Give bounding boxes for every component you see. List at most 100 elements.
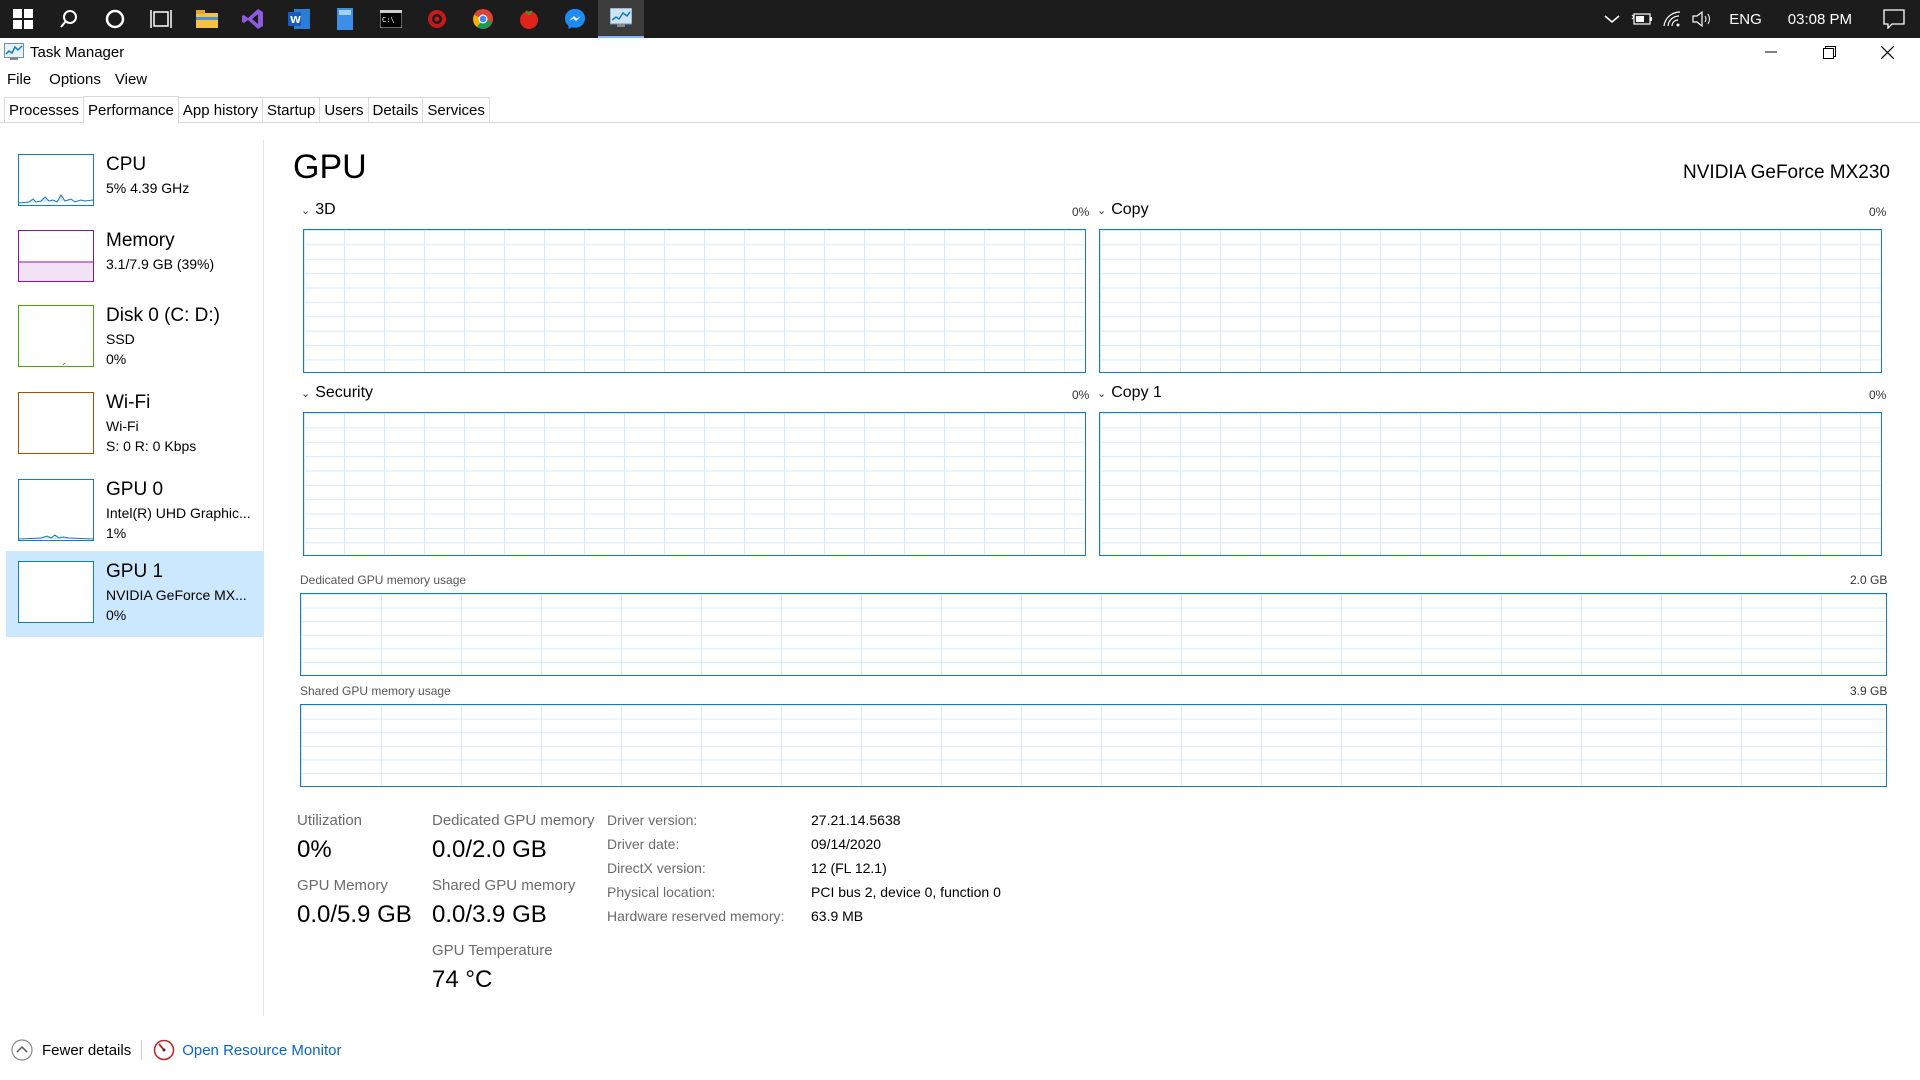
sidebar-item-label: Memory (106, 230, 175, 251)
language-indicator[interactable]: ENG (1717, 11, 1774, 28)
tab-startup[interactable]: Startup (261, 97, 321, 122)
menu-view[interactable]: View (109, 71, 155, 88)
notification-icon[interactable] (1868, 0, 1920, 38)
sidebar-item-detail: SSD (106, 331, 135, 347)
tab-details[interactable]: Details (367, 97, 424, 122)
hardware-reserved-memory-value: 63.9 MB (811, 908, 864, 924)
system-tray: ENG 03:08 PM (1597, 0, 1920, 38)
restore-button[interactable] (1800, 38, 1858, 66)
svg-text:W: W (290, 15, 301, 26)
page-title: GPU (293, 148, 367, 186)
chevron-up-circle-icon (11, 1039, 33, 1061)
engine-name: Copy 1 (1111, 384, 1162, 401)
performance-sidebar: CPU 5% 4.39 GHz Memory 3.1/7.9 GB (39%) … (0, 140, 264, 1016)
task-manager-icon[interactable] (598, 0, 644, 38)
battery-icon[interactable] (1627, 0, 1657, 38)
utilization-value: 0% (297, 836, 332, 863)
shared-memory-graph-max: 3.9 GB (1850, 684, 1888, 698)
wifi-thumbnail-graph (18, 392, 94, 454)
sidebar-item-gpu-0[interactable]: GPU 0 Intel(R) UHD Graphic... 1% (6, 469, 264, 555)
shared-memory-value: 0.0/3.9 GB (432, 901, 547, 928)
engine-graph-3d (303, 229, 1086, 373)
menu-file[interactable]: File (0, 71, 39, 88)
chevron-down-icon: ⌄ (301, 204, 311, 217)
shared-memory-graph (300, 704, 1887, 787)
volume-icon[interactable] (1687, 0, 1717, 38)
tomato-icon[interactable] (506, 0, 552, 38)
physical-location-value: PCI bus 2, device 0, function 0 (811, 884, 1001, 900)
close-button[interactable] (1858, 38, 1916, 66)
gpu1-thumbnail-graph (18, 561, 94, 623)
gpu-temperature-label: GPU Temperature (432, 942, 553, 959)
utilization-label: Utilization (297, 812, 363, 829)
gpu-detail-panel: GPU NVIDIA GeForce MX230 ⌄ 3D 0% ⌄ Copy … (265, 140, 1920, 1016)
dedicated-memory-value: 0.0/2.0 GB (432, 836, 547, 863)
chrome-icon[interactable] (460, 0, 506, 38)
word-icon[interactable]: W (276, 0, 322, 38)
sidebar-item-label: Disk 0 (C: D:) (106, 305, 220, 326)
tab-strip: Processes Performance App history Startu… (0, 96, 1920, 123)
fewer-details-button[interactable]: Fewer details (10, 1038, 131, 1062)
messenger-icon[interactable] (552, 0, 598, 38)
driver-date-value: 09/14/2020 (811, 836, 882, 852)
cpu-thumbnail-graph (18, 154, 94, 206)
sidebar-item-label: Wi-Fi (106, 392, 151, 413)
terminal-icon[interactable]: C:\ (368, 0, 414, 38)
gpu0-thumbnail-graph (18, 479, 94, 541)
directx-version-value: 12 (FL 12.1) (811, 860, 887, 876)
driver-date-label: Driver date: (607, 836, 680, 852)
sidebar-item-detail: Intel(R) UHD Graphic... (106, 505, 251, 521)
taskbar: W C:\ ENG 03:08 PM (0, 0, 1920, 38)
tab-processes[interactable]: Processes (4, 97, 85, 122)
tab-services[interactable]: Services (422, 97, 490, 122)
notepad-icon[interactable] (322, 0, 368, 38)
tab-app-history[interactable]: App history (177, 97, 263, 122)
visual-studio-icon[interactable] (230, 0, 276, 38)
dedicated-memory-label: Dedicated GPU memory (432, 812, 595, 829)
task-view-icon[interactable] (138, 0, 184, 38)
task-manager-icon (4, 43, 24, 60)
disk-thumbnail-graph (18, 305, 94, 367)
sidebar-item-disk[interactable]: Disk 0 (C: D:) SSD 0% (6, 295, 264, 381)
engine-selector-security[interactable]: ⌄ Security (301, 384, 373, 402)
cortana-icon[interactable] (92, 0, 138, 38)
sidebar-item-detail: 5% 4.39 GHz (106, 180, 190, 196)
tab-performance[interactable]: Performance (83, 96, 179, 123)
chevron-up-icon[interactable] (1597, 0, 1627, 38)
engine-selector-copy-1[interactable]: ⌄ Copy 1 (1097, 384, 1162, 402)
engine-name: 3D (315, 201, 336, 218)
gpu-memory-value: 0.0/5.9 GB (297, 901, 412, 928)
file-explorer-icon[interactable] (184, 0, 230, 38)
menu-bar: File Options View (0, 67, 155, 91)
menu-options[interactable]: Options (39, 71, 109, 88)
directx-version-label: DirectX version: (607, 860, 706, 876)
sidebar-item-gpu-1[interactable]: GPU 1 NVIDIA GeForce MX... 0% (6, 551, 264, 637)
engine-percent: 0% (1072, 205, 1090, 219)
gpu-model-name: NVIDIA GeForce MX230 (1683, 162, 1890, 183)
memory-thumbnail-graph (18, 230, 94, 282)
driver-version-value: 27.21.14.5638 (811, 812, 901, 828)
dedicated-memory-graph (300, 593, 1887, 676)
sidebar-item-cpu[interactable]: CPU 5% 4.39 GHz (6, 144, 264, 230)
open-resource-monitor-link[interactable]: Open Resource Monitor (152, 1038, 341, 1062)
red-app-icon[interactable] (414, 0, 460, 38)
start-icon[interactable] (0, 0, 46, 38)
tab-users[interactable]: Users (319, 97, 369, 122)
hardware-reserved-memory-label: Hardware reserved memory: (607, 908, 785, 924)
engine-percent: 0% (1869, 388, 1887, 402)
fewer-details-label: Fewer details (42, 1041, 132, 1059)
minimize-button[interactable] (1742, 38, 1800, 66)
open-resource-monitor-label: Open Resource Monitor (182, 1041, 342, 1059)
sidebar-item-usage: 1% (106, 525, 127, 541)
engine-selector-3d[interactable]: ⌄ 3D (301, 201, 336, 219)
sidebar-item-detail: NVIDIA GeForce MX... (106, 587, 247, 603)
physical-location-label: Physical location: (607, 884, 716, 900)
search-icon[interactable] (46, 0, 92, 38)
title-bar: Task Manager (0, 38, 1920, 66)
sidebar-item-memory[interactable]: Memory 3.1/7.9 GB (39%) (6, 220, 264, 306)
clock[interactable]: 03:08 PM (1774, 11, 1868, 28)
engine-selector-copy[interactable]: ⌄ Copy (1097, 201, 1149, 219)
wifi-icon[interactable] (1657, 0, 1687, 38)
sidebar-item-wifi[interactable]: Wi-Fi Wi-Fi S: 0 R: 0 Kbps (6, 382, 264, 468)
sidebar-item-detail: 3.1/7.9 GB (39%) (106, 256, 215, 272)
